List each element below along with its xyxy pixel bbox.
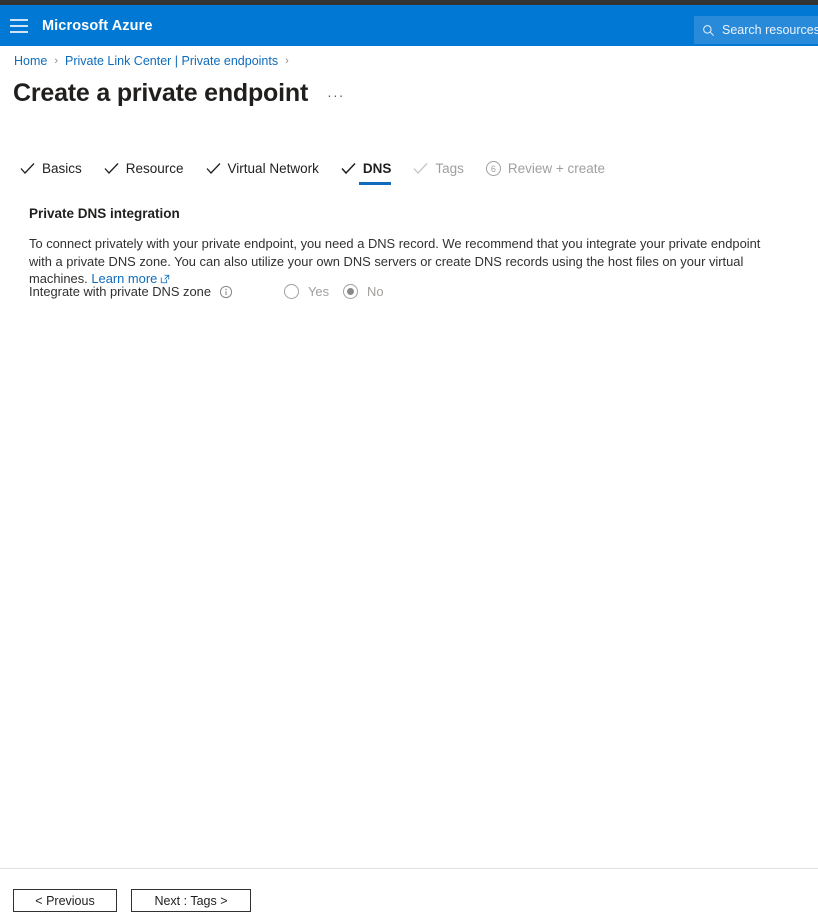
- radio-circle-yes: [284, 284, 299, 299]
- breadcrumb: Home › Private Link Center | Private end…: [14, 54, 296, 68]
- azure-portal-page: Microsoft Azure Search resources Home › …: [0, 0, 818, 921]
- radio-option-yes[interactable]: Yes: [284, 284, 329, 299]
- tab-label: Virtual Network: [227, 161, 319, 176]
- radio-label-no: No: [367, 284, 384, 299]
- brand-title[interactable]: Microsoft Azure: [42, 18, 153, 34]
- breadcrumb-separator-trailing: ›: [285, 55, 289, 67]
- search-input[interactable]: Search resources: [694, 16, 818, 44]
- footer-divider: [0, 868, 818, 869]
- tab-dns[interactable]: DNS: [341, 161, 392, 185]
- radio-label-yes: Yes: [308, 284, 330, 299]
- tab-virtual-network[interactable]: Virtual Network: [206, 161, 319, 185]
- tab-review-create[interactable]: 6 Review + create: [485, 161, 606, 185]
- tab-label: Tags: [435, 161, 464, 176]
- page-title-row: Create a private endpoint ···: [13, 79, 345, 108]
- dns-zone-radio-group: Yes No: [284, 284, 398, 299]
- checkmark-icon: [20, 162, 35, 175]
- info-circle-icon[interactable]: [219, 285, 233, 299]
- breadcrumb-item-private-link-center[interactable]: Private Link Center | Private endpoints: [65, 54, 278, 68]
- tab-label: Basics: [42, 161, 82, 176]
- wizard-tabs: Basics Resource Virtual Network DNS Tags: [20, 161, 627, 185]
- tab-basics[interactable]: Basics: [20, 161, 82, 185]
- radio-circle-no: [343, 284, 359, 299]
- section-title: Private DNS integration: [29, 206, 180, 221]
- page-title: Create a private endpoint: [13, 79, 309, 107]
- checkmark-icon: [413, 162, 428, 175]
- dns-zone-field-label: Integrate with private DNS zone: [29, 284, 211, 299]
- radio-option-no[interactable]: No: [343, 284, 384, 299]
- tab-resource[interactable]: Resource: [104, 161, 184, 185]
- checkmark-icon: [206, 162, 221, 175]
- checkmark-icon: [104, 162, 119, 175]
- previous-button[interactable]: < Previous: [13, 889, 117, 912]
- search-placeholder: Search resources: [722, 23, 818, 37]
- checkmark-icon: [341, 162, 356, 175]
- tab-label: Resource: [125, 161, 184, 176]
- hamburger-icon[interactable]: [10, 18, 28, 33]
- wizard-footer: < Previous Next : Tags >: [13, 889, 265, 912]
- breadcrumb-separator: ›: [54, 55, 59, 67]
- next-button[interactable]: Next : Tags >: [131, 889, 251, 912]
- dns-zone-field-row: Integrate with private DNS zone Yes No: [29, 284, 398, 299]
- section-description: To connect privately with your private e…: [29, 235, 764, 289]
- tab-tags[interactable]: Tags: [413, 161, 464, 185]
- global-header: Microsoft Azure Search resources: [0, 5, 818, 46]
- tab-label: Review + create: [507, 161, 606, 176]
- more-actions-button[interactable]: ···: [327, 87, 345, 103]
- step-number-icon: 6: [485, 161, 501, 176]
- tab-label: DNS: [362, 161, 392, 176]
- breadcrumb-item-home[interactable]: Home: [14, 54, 47, 68]
- search-icon: [702, 24, 715, 37]
